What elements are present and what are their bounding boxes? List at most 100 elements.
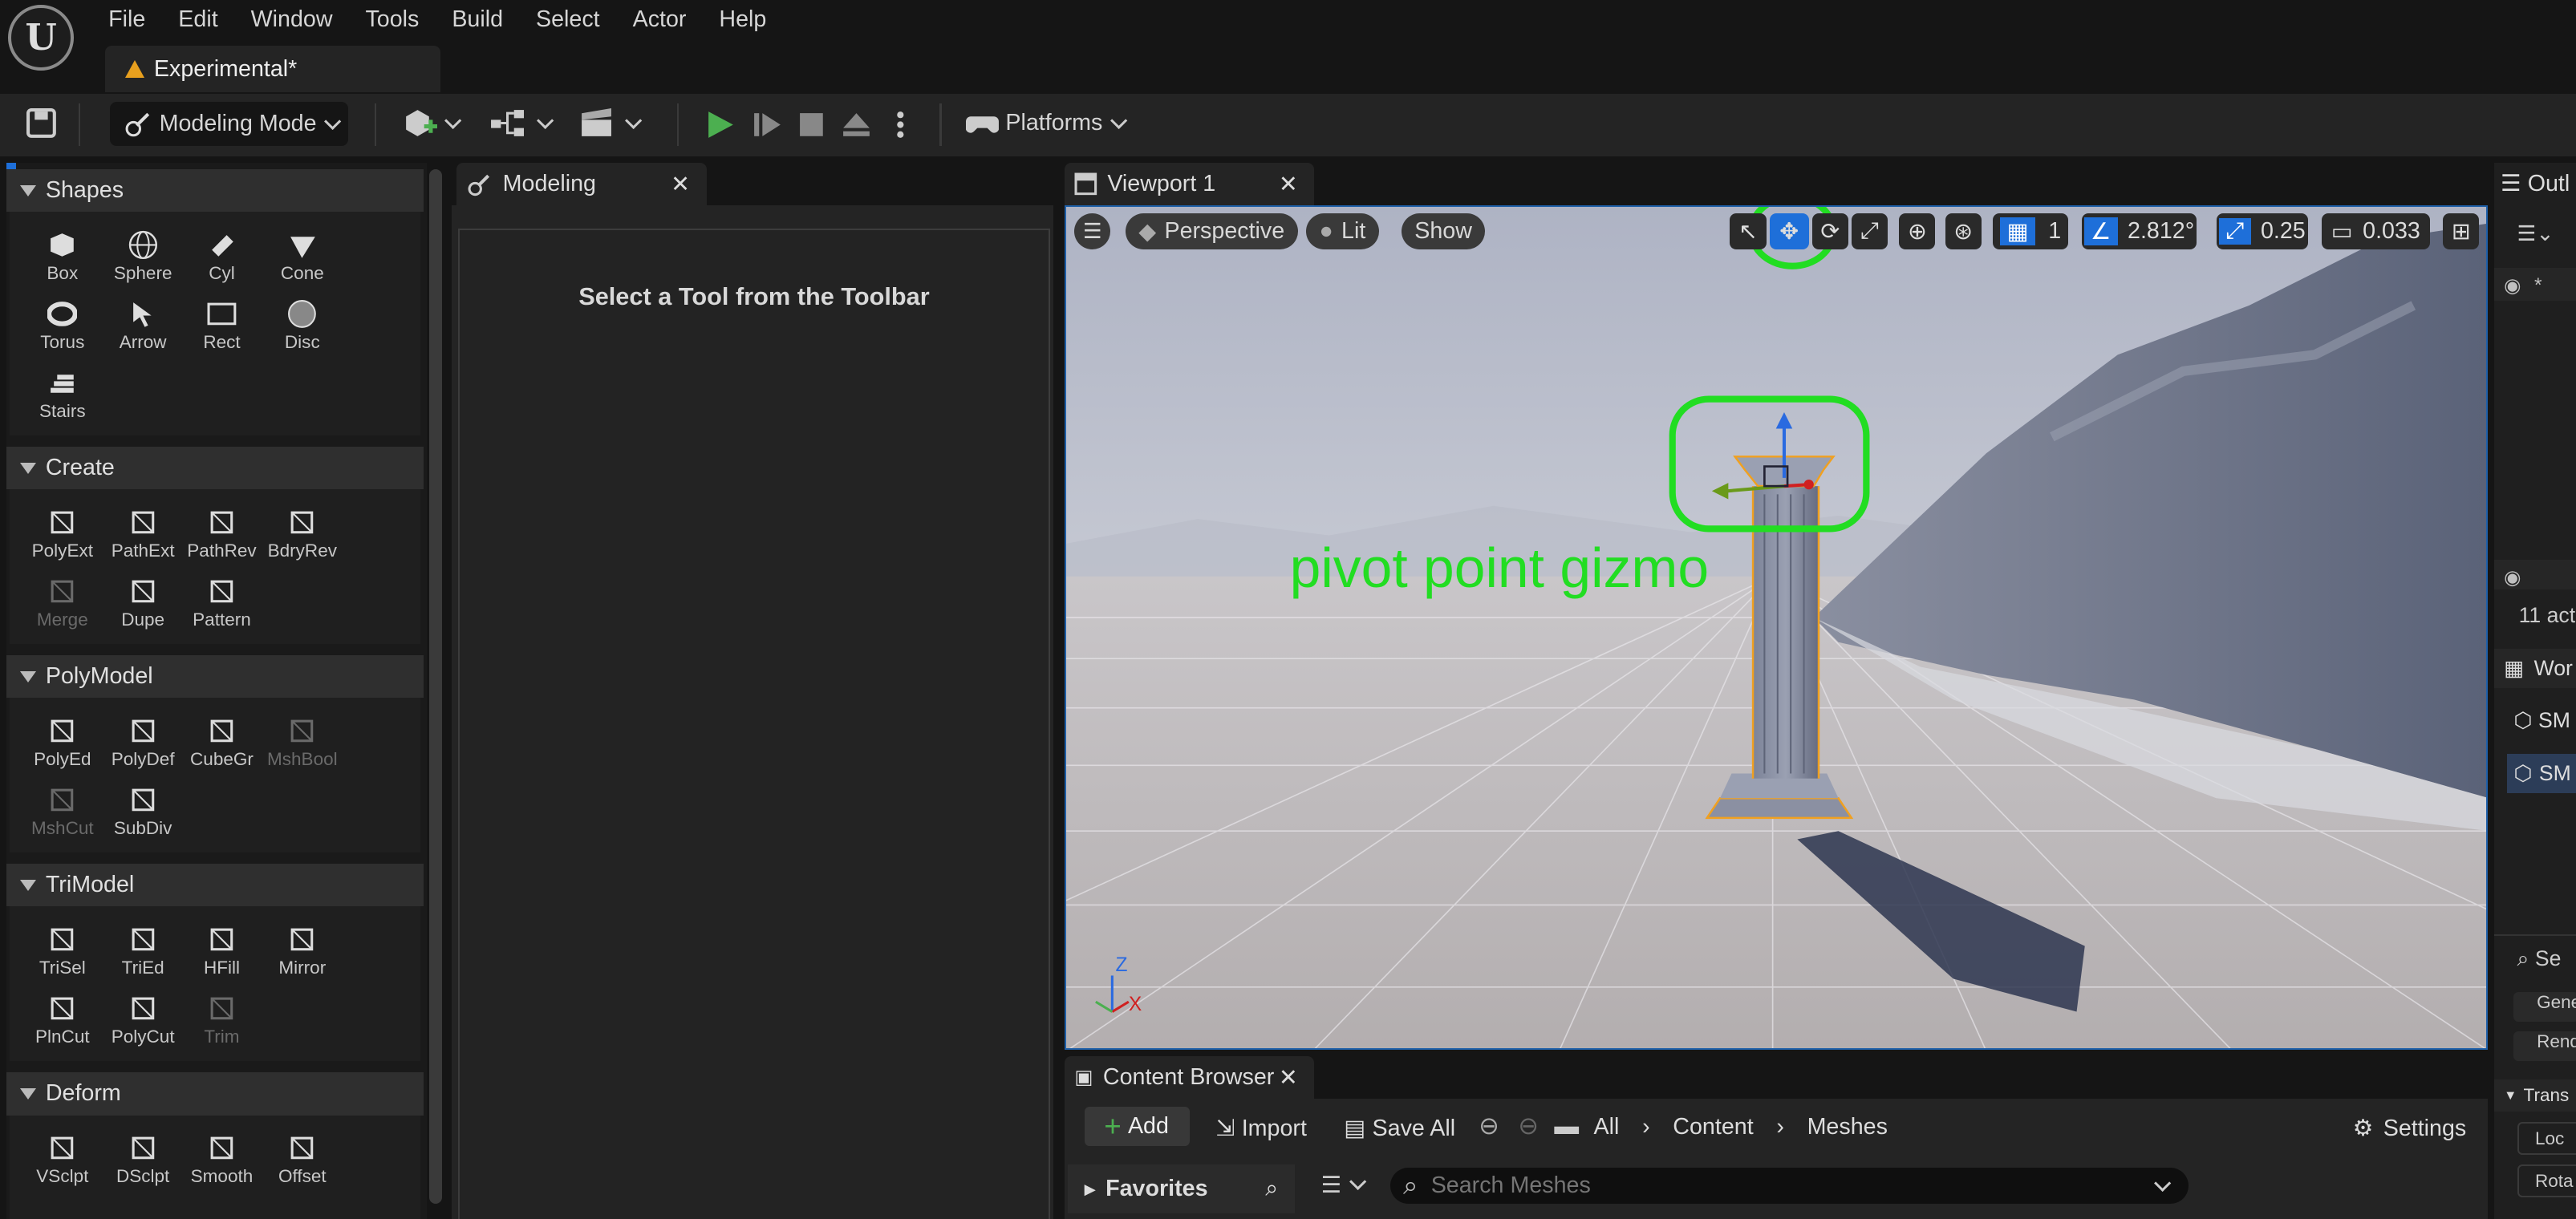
- viewport-3d[interactable]: pivot point gizmo Z X ☰ ◆ Perspective ● Li…: [1065, 205, 2488, 1050]
- visibility-icon[interactable]: ◉: [2504, 567, 2521, 589]
- tool-cyl[interactable]: Cyl: [182, 230, 261, 284]
- settings-button[interactable]: ⚙ Settings: [2353, 1114, 2467, 1142]
- world-local-icon[interactable]: ⊕: [1899, 213, 1936, 250]
- tool-cone[interactable]: Cone: [263, 230, 342, 284]
- tool-polyed[interactable]: PolyEd: [23, 716, 102, 770]
- tool-arrow[interactable]: Arrow: [103, 299, 182, 353]
- camera-speed-button[interactable]: ▭ 0.033: [2321, 213, 2430, 250]
- platforms-button[interactable]: Platforms: [966, 108, 1131, 138]
- outliner-item-selected[interactable]: ⬡ SM: [2507, 754, 2576, 794]
- breadcrumb-meshes[interactable]: Meshes: [1807, 1114, 1888, 1140]
- grid-snap-button[interactable]: ▦ 1: [1993, 213, 2069, 250]
- add-actor-button[interactable]: [401, 107, 466, 140]
- show-button[interactable]: Show: [1401, 213, 1486, 250]
- tool-subdiv[interactable]: SubDiv: [103, 785, 182, 839]
- tool-sphere[interactable]: Sphere: [103, 230, 182, 284]
- section-header-polymodel[interactable]: PolyModel: [6, 655, 424, 699]
- tool-plncut[interactable]: PlnCut: [23, 994, 102, 1047]
- outliner-tab[interactable]: ☰ Outl: [2501, 169, 2570, 197]
- outliner-item[interactable]: ⬡ SM: [2513, 708, 2570, 733]
- general-tab[interactable]: Gene: [2513, 991, 2576, 1022]
- star-icon[interactable]: *: [2534, 275, 2542, 297]
- select-mode-icon[interactable]: ↖: [1730, 213, 1767, 250]
- section-header-create[interactable]: Create: [6, 447, 424, 490]
- surface-snap-icon[interactable]: ⊛: [1945, 213, 1982, 250]
- tool-polydef[interactable]: PolyDef: [103, 716, 182, 770]
- section-header-deform[interactable]: Deform: [6, 1072, 424, 1116]
- lit-button[interactable]: ● Lit: [1306, 213, 1379, 250]
- save-all-button[interactable]: ▤ Save All: [1344, 1114, 1455, 1142]
- forward-icon[interactable]: ⊖: [1518, 1112, 1539, 1140]
- back-icon[interactable]: ⊖: [1479, 1112, 1499, 1140]
- menu-help[interactable]: Help: [703, 0, 783, 39]
- more-options-icon[interactable]: [889, 108, 912, 141]
- scale-gizmo-icon[interactable]: ⤢: [1852, 213, 1888, 250]
- tool-torus[interactable]: Torus: [23, 299, 102, 353]
- section-header-trimodel[interactable]: TriModel: [6, 864, 424, 907]
- breadcrumb-all[interactable]: All: [1594, 1114, 1620, 1140]
- import-button[interactable]: ⇲ Import: [1216, 1114, 1307, 1142]
- palette-scrollbar[interactable]: [428, 168, 442, 1205]
- close-icon[interactable]: ✕: [671, 170, 690, 198]
- mode-dropdown[interactable]: Modeling Mode: [110, 101, 349, 147]
- rotate-gizmo-icon[interactable]: ⟳: [1811, 213, 1848, 250]
- tool-offset[interactable]: Offset: [263, 1133, 342, 1187]
- rotation-snap-button[interactable]: ∠ 2.812°: [2081, 213, 2197, 250]
- tool-polyext[interactable]: PolyExt: [23, 508, 102, 561]
- filter-icon[interactable]: ☰⌄: [2517, 221, 2554, 246]
- tool-trisel[interactable]: TriSel: [23, 925, 102, 978]
- breadcrumb-content[interactable]: Content: [1673, 1114, 1753, 1140]
- blueprint-button[interactable]: [489, 107, 558, 140]
- section-header-shapes[interactable]: Shapes: [6, 168, 424, 213]
- tool-cubegr[interactable]: CubeGr: [182, 716, 261, 770]
- search-icon[interactable]: ⌕: [1265, 1176, 1278, 1202]
- tool-mirror[interactable]: Mirror: [263, 925, 342, 978]
- perspective-button[interactable]: ◆ Perspective: [1125, 213, 1298, 250]
- tool-tried[interactable]: TriEd: [103, 925, 182, 978]
- menu-build[interactable]: Build: [436, 0, 520, 39]
- tool-box[interactable]: Box: [23, 230, 102, 284]
- level-tab[interactable]: Experimental*: [105, 46, 440, 92]
- content-browser-tab[interactable]: ▣ Content Browser ✕: [1065, 1055, 1315, 1100]
- rotation-dropdown[interactable]: Rota: [2517, 1164, 2576, 1197]
- menu-actor[interactable]: Actor: [616, 0, 703, 39]
- eject-icon[interactable]: [840, 108, 873, 141]
- tool-dsclpt[interactable]: DSclpt: [103, 1133, 182, 1187]
- add-button[interactable]: + Add: [1084, 1107, 1190, 1147]
- stop-icon[interactable]: [797, 110, 826, 140]
- scale-snap-button[interactable]: ⤢ 0.25: [2216, 213, 2309, 250]
- menu-file[interactable]: File: [92, 0, 162, 39]
- save-icon[interactable]: [26, 108, 56, 139]
- menu-select[interactable]: Select: [520, 0, 617, 39]
- tool-pathext[interactable]: PathExt: [103, 508, 182, 561]
- menu-tools[interactable]: Tools: [349, 0, 436, 39]
- search-meshes-input[interactable]: [1427, 1171, 2147, 1201]
- unreal-logo-icon[interactable]: U: [8, 5, 75, 71]
- tool-vsclpt[interactable]: VSclpt: [23, 1133, 102, 1187]
- close-icon[interactable]: ✕: [1279, 1063, 1298, 1091]
- play-icon[interactable]: [704, 108, 736, 141]
- folder-icon[interactable]: ▬: [1554, 1112, 1579, 1140]
- menu-window[interactable]: Window: [234, 0, 349, 39]
- layout-icon[interactable]: ⊞: [2443, 213, 2480, 250]
- rendering-tab[interactable]: Rend: [2513, 1031, 2576, 1061]
- tool-disc[interactable]: Disc: [263, 299, 342, 353]
- tool-smooth[interactable]: Smooth: [182, 1133, 261, 1187]
- visibility-icon[interactable]: ◉: [2504, 275, 2521, 297]
- tool-pathrev[interactable]: PathRev: [182, 508, 261, 561]
- viewport-tab[interactable]: Viewport 1 ✕: [1065, 162, 1315, 205]
- filter-icon[interactable]: ☰: [1321, 1171, 1370, 1199]
- modeling-tab[interactable]: Modeling ✕: [456, 162, 707, 205]
- translate-gizmo-icon[interactable]: ✥: [1769, 213, 1809, 250]
- location-dropdown[interactable]: Loc: [2517, 1121, 2576, 1155]
- details-search[interactable]: ⌕ Se: [2517, 946, 2562, 972]
- tool-dupe[interactable]: Dupe: [103, 577, 182, 630]
- advance-frame-icon[interactable]: [751, 108, 784, 141]
- world-row[interactable]: ▦ Wor: [2493, 648, 2576, 689]
- chevron-down-icon[interactable]: [2153, 1174, 2172, 1193]
- tool-hfill[interactable]: HFill: [182, 925, 261, 978]
- cinematics-button[interactable]: [578, 107, 647, 140]
- tool-stairs[interactable]: Stairs: [23, 368, 102, 422]
- tool-pattern[interactable]: Pattern: [182, 577, 261, 630]
- close-icon[interactable]: ✕: [1279, 170, 1298, 198]
